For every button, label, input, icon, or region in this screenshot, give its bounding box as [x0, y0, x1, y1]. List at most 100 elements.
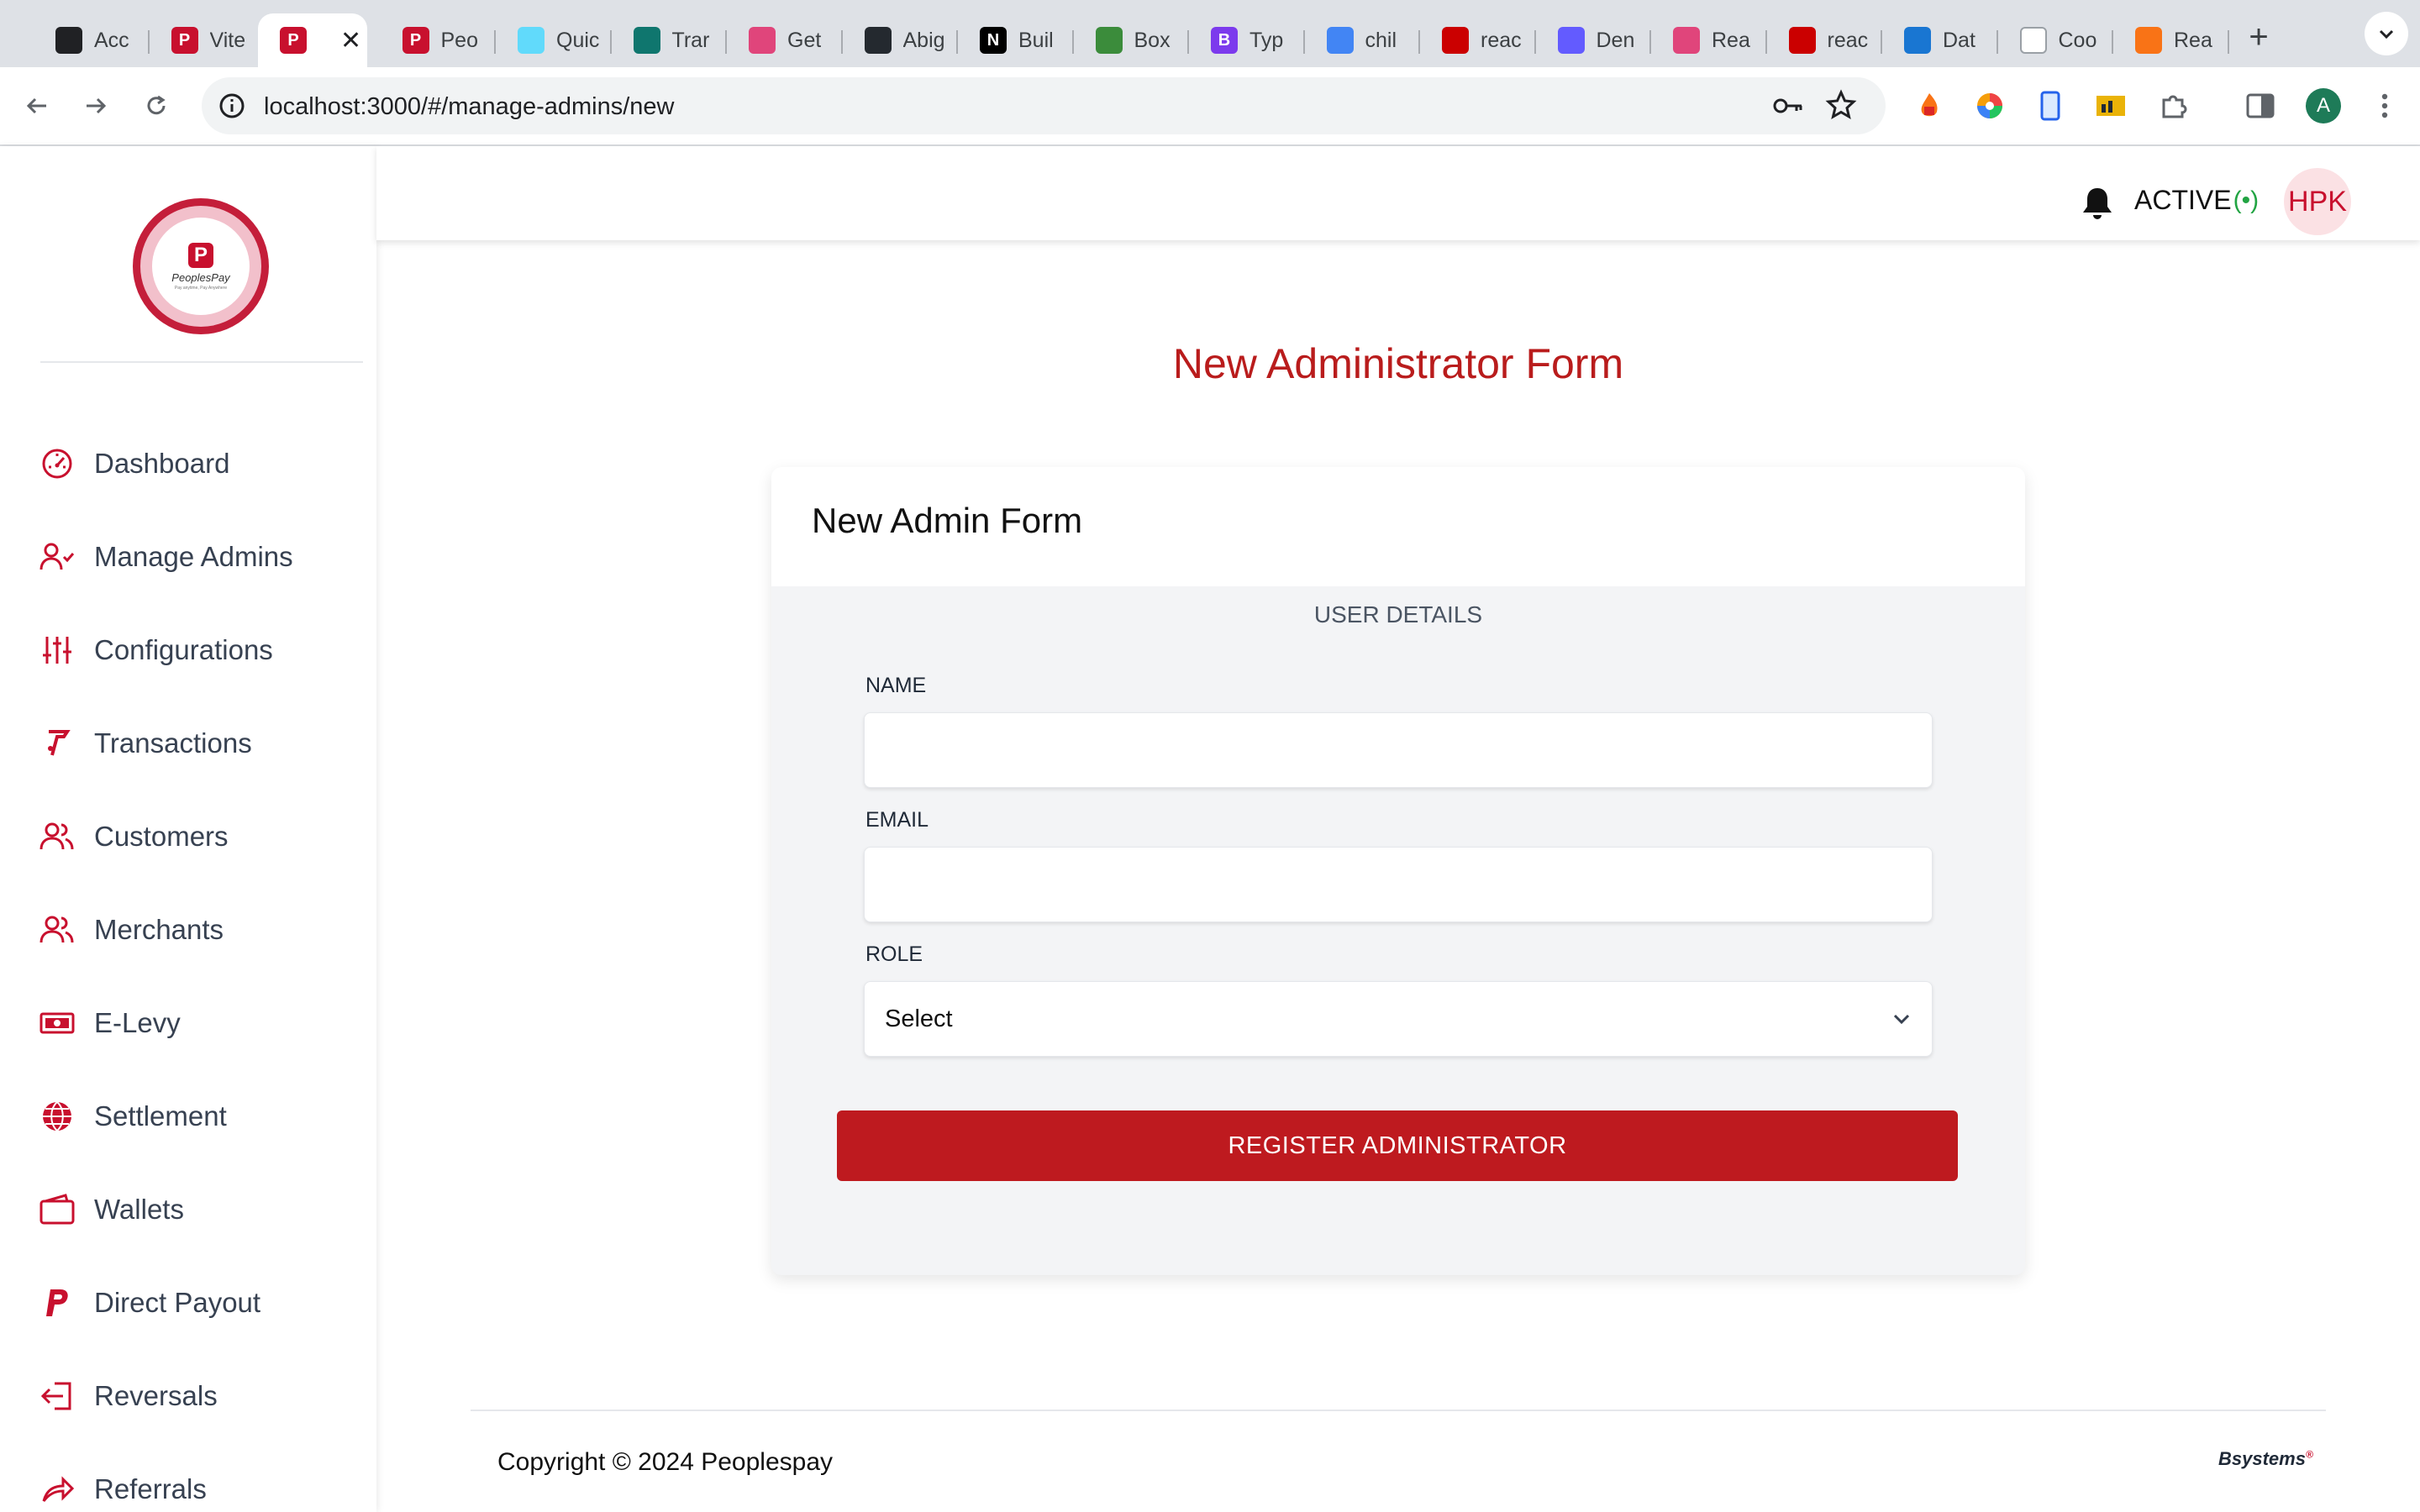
browser-tab[interactable]: Abig	[843, 13, 958, 67]
sidebar-item-configurations[interactable]: Configurations	[37, 625, 273, 675]
share-icon	[37, 1469, 77, 1509]
extension-color-wheel-icon[interactable]	[1971, 87, 2008, 124]
sidebar-item-reversals[interactable]: Reversals	[37, 1371, 218, 1421]
browser-tab[interactable]: Trar	[612, 13, 727, 67]
green-box-icon	[1095, 27, 1123, 54]
browser-profile-avatar[interactable]: A	[2306, 88, 2341, 123]
sidebar-item-label: Reversals	[94, 1380, 218, 1411]
tab-title: reac	[1827, 28, 1869, 52]
browser-tab[interactable]: chil	[1305, 13, 1420, 67]
stripe-icon	[1557, 27, 1585, 54]
name-label: NAME	[865, 674, 927, 697]
side-panel-icon[interactable]	[2242, 87, 2279, 124]
sidebar-item-manage-admins[interactable]: Manage Admins	[37, 532, 293, 582]
browser-tab[interactable]: reac	[1420, 13, 1536, 67]
sidebar-item-transactions[interactable]: Transactions	[37, 718, 252, 769]
address-bar[interactable]: localhost:3000/#/manage-admins/new	[202, 77, 1886, 134]
peoplespay-icon: P	[402, 27, 429, 54]
tab-title: Trar	[671, 28, 710, 52]
email-label: EMAIL	[865, 808, 929, 832]
extension-chart-icon[interactable]	[2092, 87, 2129, 124]
browser-tab[interactable]: reac	[1767, 13, 1882, 67]
bsystems-logo: Bsystems®	[2218, 1448, 2313, 1470]
tab-title: Box	[1134, 28, 1171, 52]
browser-tab[interactable]: Rea	[1651, 13, 1767, 67]
user-avatar[interactable]: HPK	[2284, 168, 2351, 235]
password-key-icon[interactable]	[1771, 91, 1805, 125]
tab-title: chil	[1365, 28, 1397, 52]
sidebar-divider	[40, 361, 363, 363]
sidebar-item-e-levy[interactable]: E-Levy	[37, 998, 181, 1048]
browser-tab[interactable]: Box	[1074, 13, 1189, 67]
tab-title: Abig	[902, 28, 945, 52]
browser-tab[interactable]: P ✕	[258, 13, 367, 67]
wallet-icon	[37, 1189, 77, 1230]
reload-button[interactable]	[134, 84, 178, 128]
transactions-icon	[37, 723, 77, 764]
users-icon	[37, 910, 77, 950]
nextjs-icon: N	[980, 27, 1007, 54]
tab-title: Quic	[556, 28, 600, 52]
connection-status: ACTIVE (•)	[2134, 185, 2259, 216]
browser-tab[interactable]: P Peo	[381, 13, 496, 67]
sidebar-item-referrals[interactable]: Referrals	[37, 1464, 207, 1512]
back-button[interactable]	[15, 84, 59, 128]
browser-tab[interactable]: B Typ	[1189, 13, 1305, 67]
extension-phone-icon[interactable]	[2032, 87, 2069, 124]
browser-tab[interactable]: Coo	[1998, 13, 2113, 67]
email-input[interactable]	[864, 847, 1933, 922]
sidebar-item-label: Transactions	[94, 727, 252, 759]
site-info-icon[interactable]	[217, 91, 247, 125]
name-input[interactable]	[864, 712, 1933, 788]
browser-tab[interactable]: Get	[727, 13, 843, 67]
extensions-puzzle-icon[interactable]	[2154, 87, 2191, 124]
tab-title: Den	[1596, 28, 1635, 52]
tab-search-button[interactable]	[2365, 12, 2408, 55]
role-select[interactable]: Select	[864, 981, 1933, 1057]
sidebar-item-customers[interactable]: Customers	[37, 811, 229, 862]
logo-mark: P	[188, 242, 213, 268]
forward-button[interactable]	[74, 84, 118, 128]
sidebar-item-dashboard[interactable]: Dashboard	[37, 438, 229, 489]
browser-menu-icon[interactable]	[2366, 87, 2403, 124]
browser-tab[interactable]: Quic	[496, 13, 612, 67]
sidebar-item-merchants[interactable]: Merchants	[37, 905, 224, 955]
sidebar-item-settlement[interactable]: Settlement	[37, 1091, 227, 1142]
browser-tab[interactable]: Acc	[34, 13, 150, 67]
browser-tab[interactable]: N Buil	[958, 13, 1074, 67]
browser-tab[interactable]: Rea	[2113, 13, 2229, 67]
browser-tab[interactable]: Den	[1536, 13, 1651, 67]
browser-tab[interactable]: Dat	[1882, 13, 1998, 67]
peoplespay-icon: P	[280, 27, 307, 54]
peoplespay-logo[interactable]: P PeoplesPay Pay anytime, Pay Anywhere	[133, 198, 269, 334]
card-title: New Admin Form	[812, 501, 1083, 540]
notification-bell-icon[interactable]	[2079, 185, 2116, 226]
new-tab-button[interactable]: +	[2232, 13, 2286, 60]
sidebar-item-label: Customers	[94, 821, 229, 852]
react-icon	[518, 27, 544, 54]
browser-tab[interactable]: P Vite	[150, 13, 265, 67]
sidebar: P PeoplesPay Pay anytime, Pay Anywhere D…	[0, 146, 376, 1512]
close-tab-icon[interactable]: ✕	[340, 26, 361, 55]
role-selected-value: Select	[885, 1005, 953, 1032]
extension-flame-icon[interactable]	[1911, 87, 1948, 124]
google-icon	[1326, 27, 1354, 54]
sidebar-item-label: Merchants	[94, 914, 224, 945]
sidebar-item-direct-payout[interactable]: Direct Payout	[37, 1278, 260, 1328]
sidebar-item-label: Settlement	[94, 1100, 227, 1131]
tab-title: Rea	[1712, 28, 1750, 52]
sidebar-item-wallets[interactable]: Wallets	[37, 1184, 184, 1235]
github-icon	[864, 27, 892, 54]
sidebar-item-label: Manage Admins	[94, 541, 293, 572]
register-administrator-button[interactable]: REGISTER ADMINISTRATOR	[837, 1110, 1958, 1181]
bootstrap-icon: B	[1211, 27, 1238, 54]
bookmark-star-icon[interactable]	[1825, 89, 1857, 125]
npm-icon	[1788, 27, 1816, 54]
tab-title: Acc	[94, 28, 129, 52]
tab-title: Peo	[440, 28, 478, 52]
url-text[interactable]: localhost:3000/#/manage-admins/new	[264, 93, 674, 121]
npm-icon	[1442, 27, 1469, 54]
signal-icon: (•)	[2233, 186, 2260, 214]
lines-icon	[2135, 27, 2162, 54]
globe-icon	[37, 1096, 77, 1137]
